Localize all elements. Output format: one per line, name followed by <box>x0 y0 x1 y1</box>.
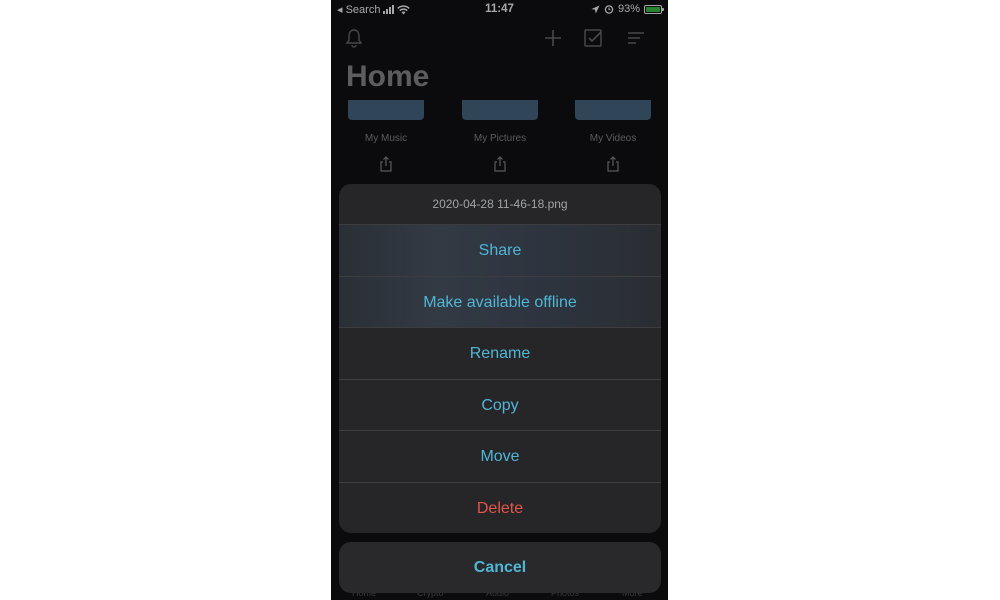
action-sheet-title: 2020-04-28 11-46-18.png <box>432 197 568 211</box>
move-action[interactable]: Move <box>339 430 661 482</box>
copy-action[interactable]: Copy <box>339 378 661 431</box>
rename-action[interactable]: Rename <box>339 327 661 379</box>
delete-action[interactable]: Delete <box>339 481 661 534</box>
share-action[interactable]: Share <box>339 224 661 276</box>
make-available-offline-action[interactable]: Make available offline <box>339 275 661 327</box>
action-sheet: 2020-04-28 11-46-18.png Share Make avail… <box>339 184 661 533</box>
phone-screen: ◂ Search 11:47 93% Home My Music My Pict… <box>331 0 668 600</box>
cancel-button[interactable]: Cancel <box>339 542 661 593</box>
